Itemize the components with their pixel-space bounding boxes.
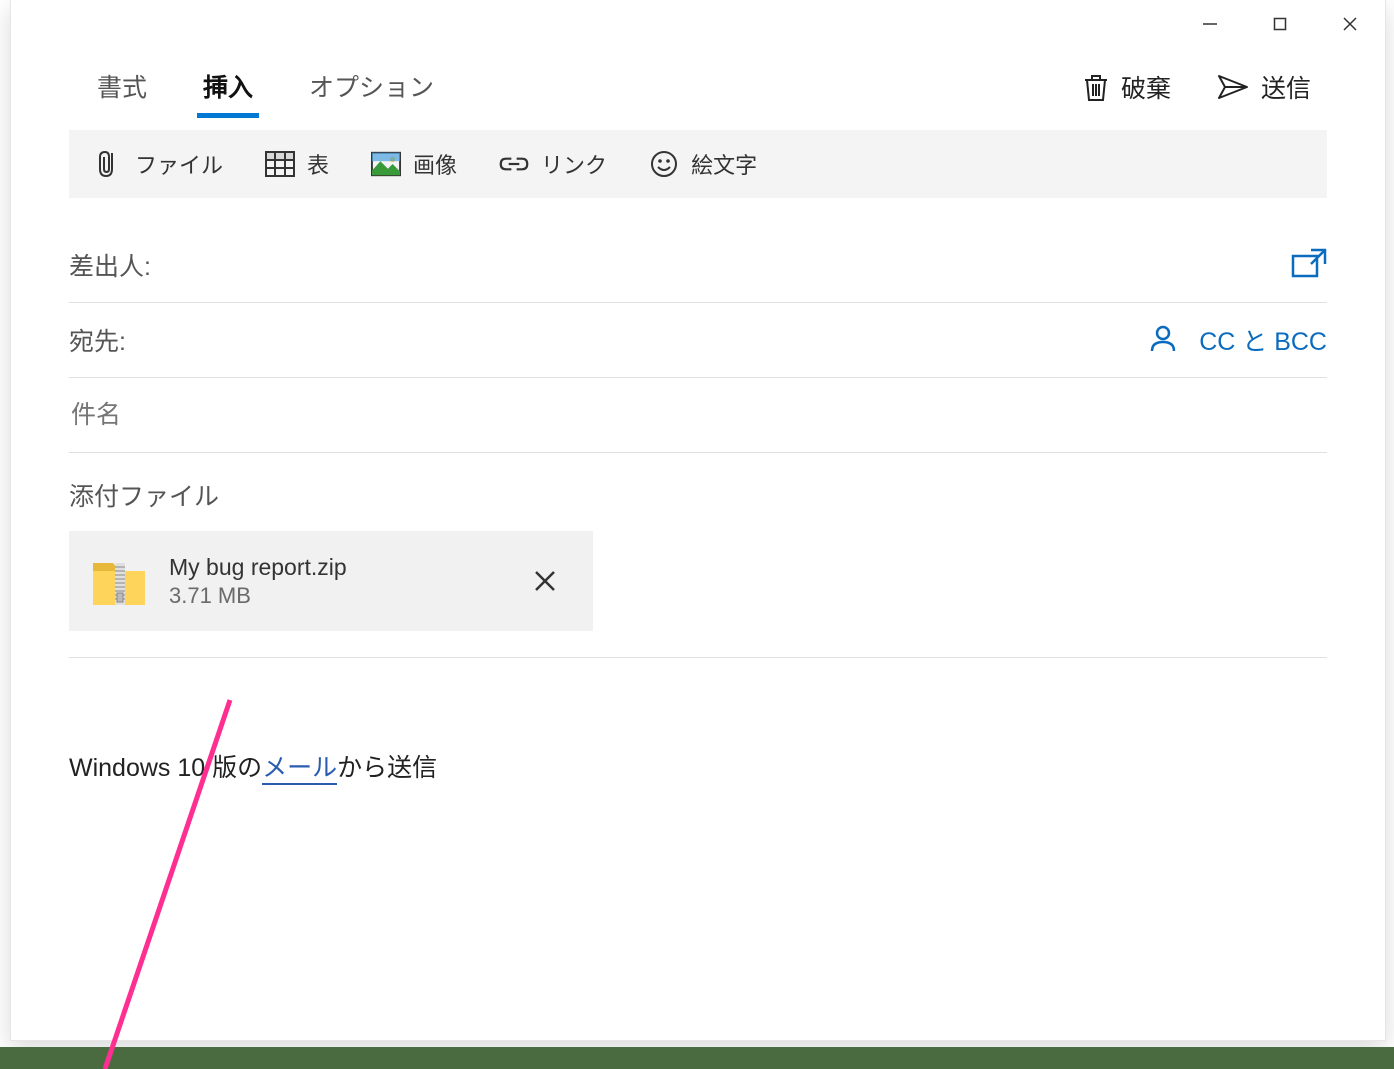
link-icon bbox=[499, 149, 529, 179]
from-row: 差出人: bbox=[69, 228, 1327, 303]
discard-button[interactable]: 破棄 bbox=[1067, 59, 1187, 115]
body-text-after: から送信 bbox=[337, 754, 437, 782]
send-icon bbox=[1217, 74, 1249, 100]
subject-input[interactable] bbox=[69, 400, 1327, 431]
attachment-size: 3.71 MB bbox=[169, 583, 347, 609]
to-row: 宛先: CC と BCC bbox=[69, 303, 1327, 378]
desktop-strip bbox=[0, 1047, 1394, 1069]
minimize-button[interactable] bbox=[1175, 0, 1245, 48]
to-input[interactable] bbox=[142, 325, 1133, 356]
tabs-row: 書式 挿入 オプション 破棄 送信 bbox=[11, 48, 1385, 120]
subject-row bbox=[69, 378, 1327, 453]
discard-label: 破棄 bbox=[1121, 69, 1171, 105]
tool-file[interactable]: ファイル bbox=[87, 144, 229, 184]
image-icon bbox=[371, 149, 401, 179]
tool-link-label: リンク bbox=[541, 148, 607, 180]
cc-bcc-link[interactable]: CC と BCC bbox=[1199, 322, 1327, 358]
send-label: 送信 bbox=[1261, 69, 1311, 105]
emoji-icon bbox=[649, 149, 679, 179]
tool-image-label: 画像 bbox=[413, 148, 457, 180]
from-label: 差出人: bbox=[69, 247, 151, 283]
attachments-title: 添付ファイル bbox=[69, 477, 1327, 513]
tool-emoji-label: 絵文字 bbox=[691, 148, 757, 180]
close-icon bbox=[1342, 16, 1358, 32]
attachment-info: My bug report.zip 3.71 MB bbox=[169, 554, 347, 609]
minimize-icon bbox=[1202, 16, 1218, 32]
compose-window: 書式 挿入 オプション 破棄 送信 bbox=[10, 0, 1386, 1041]
maximize-button[interactable] bbox=[1245, 0, 1315, 48]
trash-icon bbox=[1083, 72, 1109, 102]
send-button[interactable]: 送信 bbox=[1201, 59, 1327, 115]
tab-options[interactable]: オプション bbox=[281, 54, 462, 120]
mail-body[interactable]: Windows 10 版のメールから送信 bbox=[69, 748, 1327, 784]
tool-file-label: ファイル bbox=[135, 148, 223, 180]
tab-format[interactable]: 書式 bbox=[69, 54, 175, 120]
attachment-icon bbox=[93, 149, 123, 179]
table-icon bbox=[265, 149, 295, 179]
x-icon bbox=[533, 569, 557, 593]
from-input[interactable] bbox=[167, 250, 1275, 281]
tool-image[interactable]: 画像 bbox=[365, 144, 463, 184]
insert-toolbar: ファイル 表 画像 リンク 絵文字 bbox=[69, 130, 1327, 198]
tool-emoji[interactable]: 絵文字 bbox=[643, 144, 763, 184]
open-separate-icon[interactable] bbox=[1291, 248, 1327, 283]
to-label: 宛先: bbox=[69, 322, 126, 358]
attachments-section: 添付ファイル My bug report.zip 3.71 MB bbox=[69, 477, 1327, 658]
tool-table[interactable]: 表 bbox=[259, 144, 335, 184]
attachment-name: My bug report.zip bbox=[169, 554, 347, 581]
titlebar bbox=[11, 0, 1385, 48]
contacts-icon[interactable] bbox=[1149, 323, 1177, 358]
body-text-before: Windows 10 版の bbox=[69, 754, 262, 782]
tool-link[interactable]: リンク bbox=[493, 144, 613, 184]
header-fields: 差出人: 宛先: CC と BCC bbox=[69, 228, 1327, 453]
tab-insert[interactable]: 挿入 bbox=[175, 54, 281, 120]
close-button[interactable] bbox=[1315, 0, 1385, 48]
maximize-icon bbox=[1273, 17, 1287, 31]
remove-attachment-button[interactable] bbox=[523, 559, 567, 603]
zip-file-icon bbox=[87, 549, 151, 613]
mail-app-link[interactable]: メール bbox=[262, 754, 337, 785]
tool-table-label: 表 bbox=[307, 148, 329, 180]
attachment-item[interactable]: My bug report.zip 3.71 MB bbox=[69, 531, 593, 631]
